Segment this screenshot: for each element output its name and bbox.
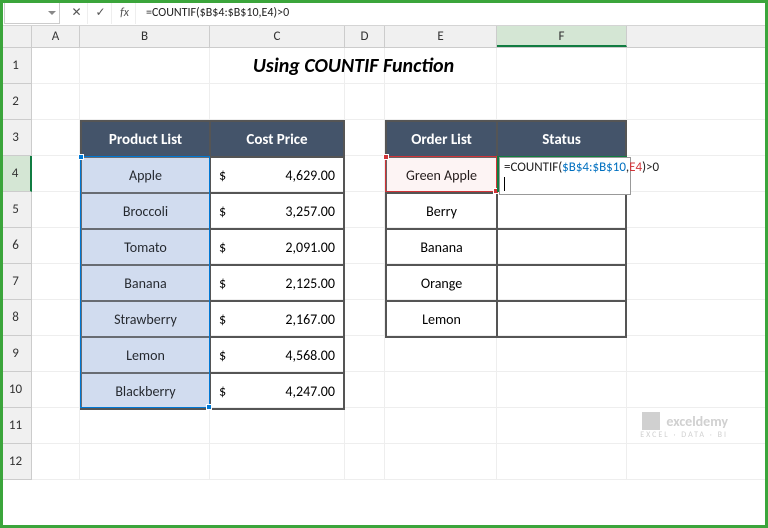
exceldemy-logo-icon	[642, 412, 660, 430]
table-row[interactable]: Berry	[386, 193, 626, 229]
products-header-list: Product List	[81, 121, 210, 157]
cells-area[interactable]: Using COUNTIF Function Product List Cost…	[32, 48, 768, 480]
col-header-E[interactable]: E	[385, 26, 497, 47]
product-name-cell[interactable]: Broccoli	[81, 193, 210, 229]
row-header-1[interactable]: 1	[0, 48, 32, 84]
row-headers: 1 2 3 4 5 6 7 8 9 10 11 12	[0, 48, 32, 480]
product-price-cell[interactable]: $3,257.00	[210, 193, 344, 229]
watermark-brand: exceldemy	[666, 413, 728, 430]
col-header-B[interactable]: B	[80, 26, 210, 47]
confirm-icon[interactable]: ✓	[90, 2, 112, 24]
products-header-price: Cost Price	[210, 121, 344, 157]
row-header-11[interactable]: 11	[0, 408, 32, 444]
col-header-C[interactable]: C	[210, 26, 345, 47]
orders-table: Order List Status Green AppleBerryBanana…	[385, 120, 627, 338]
row-header-9[interactable]: 9	[0, 336, 32, 372]
text-cursor-icon	[504, 177, 505, 191]
order-name-cell[interactable]: Banana	[386, 229, 497, 265]
row-header-12[interactable]: 12	[0, 444, 32, 480]
product-name-cell[interactable]: Blackberry	[81, 373, 210, 409]
row-header-7[interactable]: 7	[0, 264, 32, 300]
col-header-F[interactable]: F	[497, 26, 627, 47]
order-status-cell[interactable]	[497, 229, 626, 265]
order-name-cell[interactable]: Berry	[386, 193, 497, 229]
select-all-corner[interactable]	[0, 26, 32, 47]
order-status-cell[interactable]	[497, 301, 626, 337]
cell-formula-editor[interactable]: =COUNTIF($B$4:$B$10,E4)>0	[499, 157, 631, 195]
table-row[interactable]: Tomato$2,091.00	[81, 229, 344, 265]
product-name-cell[interactable]: Apple	[81, 157, 210, 193]
product-price-cell[interactable]: $2,167.00	[210, 301, 344, 337]
product-name-cell[interactable]: Tomato	[81, 229, 210, 265]
name-box[interactable]	[4, 2, 60, 24]
watermark: exceldemy	[642, 412, 728, 430]
orders-header-list: Order List	[386, 121, 497, 157]
col-header-A[interactable]: A	[32, 26, 80, 47]
product-name-cell[interactable]: Banana	[81, 265, 210, 301]
row-header-6[interactable]: 6	[0, 228, 32, 264]
table-row[interactable]: Blackberry$4,247.00	[81, 373, 344, 409]
row-header-3[interactable]: 3	[0, 120, 32, 156]
row-header-4[interactable]: 4	[0, 156, 32, 192]
product-price-cell[interactable]: $4,629.00	[210, 157, 344, 193]
product-price-cell[interactable]: $2,125.00	[210, 265, 344, 301]
row-header-10[interactable]: 10	[0, 372, 32, 408]
orders-header-status: Status	[497, 121, 626, 157]
fx-icon[interactable]: fx	[114, 2, 136, 24]
order-name-cell[interactable]: Lemon	[386, 301, 497, 337]
table-row[interactable]: Orange	[386, 265, 626, 301]
column-headers: A B C D E F	[0, 26, 768, 48]
col-header-D[interactable]: D	[345, 26, 385, 47]
table-row[interactable]: Lemon$4,568.00	[81, 337, 344, 373]
order-name-cell[interactable]: Orange	[386, 265, 497, 301]
table-row[interactable]: Banana	[386, 229, 626, 265]
watermark-sub: EXCEL · DATA · BI	[640, 430, 728, 440]
table-row[interactable]: Apple$4,629.00	[81, 157, 344, 193]
table-row[interactable]: Strawberry$2,167.00	[81, 301, 344, 337]
row-header-5[interactable]: 5	[0, 192, 32, 228]
products-table: Product List Cost Price Apple$4,629.00Br…	[80, 120, 345, 410]
product-price-cell[interactable]: $4,568.00	[210, 337, 344, 373]
formula-input[interactable]: =COUNTIF($B$4:$B$10,E4)>0	[136, 2, 768, 24]
row-header-2[interactable]: 2	[0, 84, 32, 120]
product-name-cell[interactable]: Strawberry	[81, 301, 210, 337]
table-row[interactable]: Broccoli$3,257.00	[81, 193, 344, 229]
table-row[interactable]: Lemon	[386, 301, 626, 337]
product-price-cell[interactable]: $2,091.00	[210, 229, 344, 265]
formula-bar: ✕ ✓ fx =COUNTIF($B$4:$B$10,E4)>0	[0, 0, 768, 26]
order-status-cell[interactable]	[497, 193, 626, 229]
table-row[interactable]: Banana$2,125.00	[81, 265, 344, 301]
product-name-cell[interactable]: Lemon	[81, 337, 210, 373]
page-title: Using COUNTIF Function	[80, 48, 627, 84]
order-status-cell[interactable]	[497, 265, 626, 301]
product-price-cell[interactable]: $4,247.00	[210, 373, 344, 409]
cancel-icon[interactable]: ✕	[66, 2, 88, 24]
row-header-8[interactable]: 8	[0, 300, 32, 336]
order-name-cell[interactable]: Green Apple	[386, 157, 497, 193]
